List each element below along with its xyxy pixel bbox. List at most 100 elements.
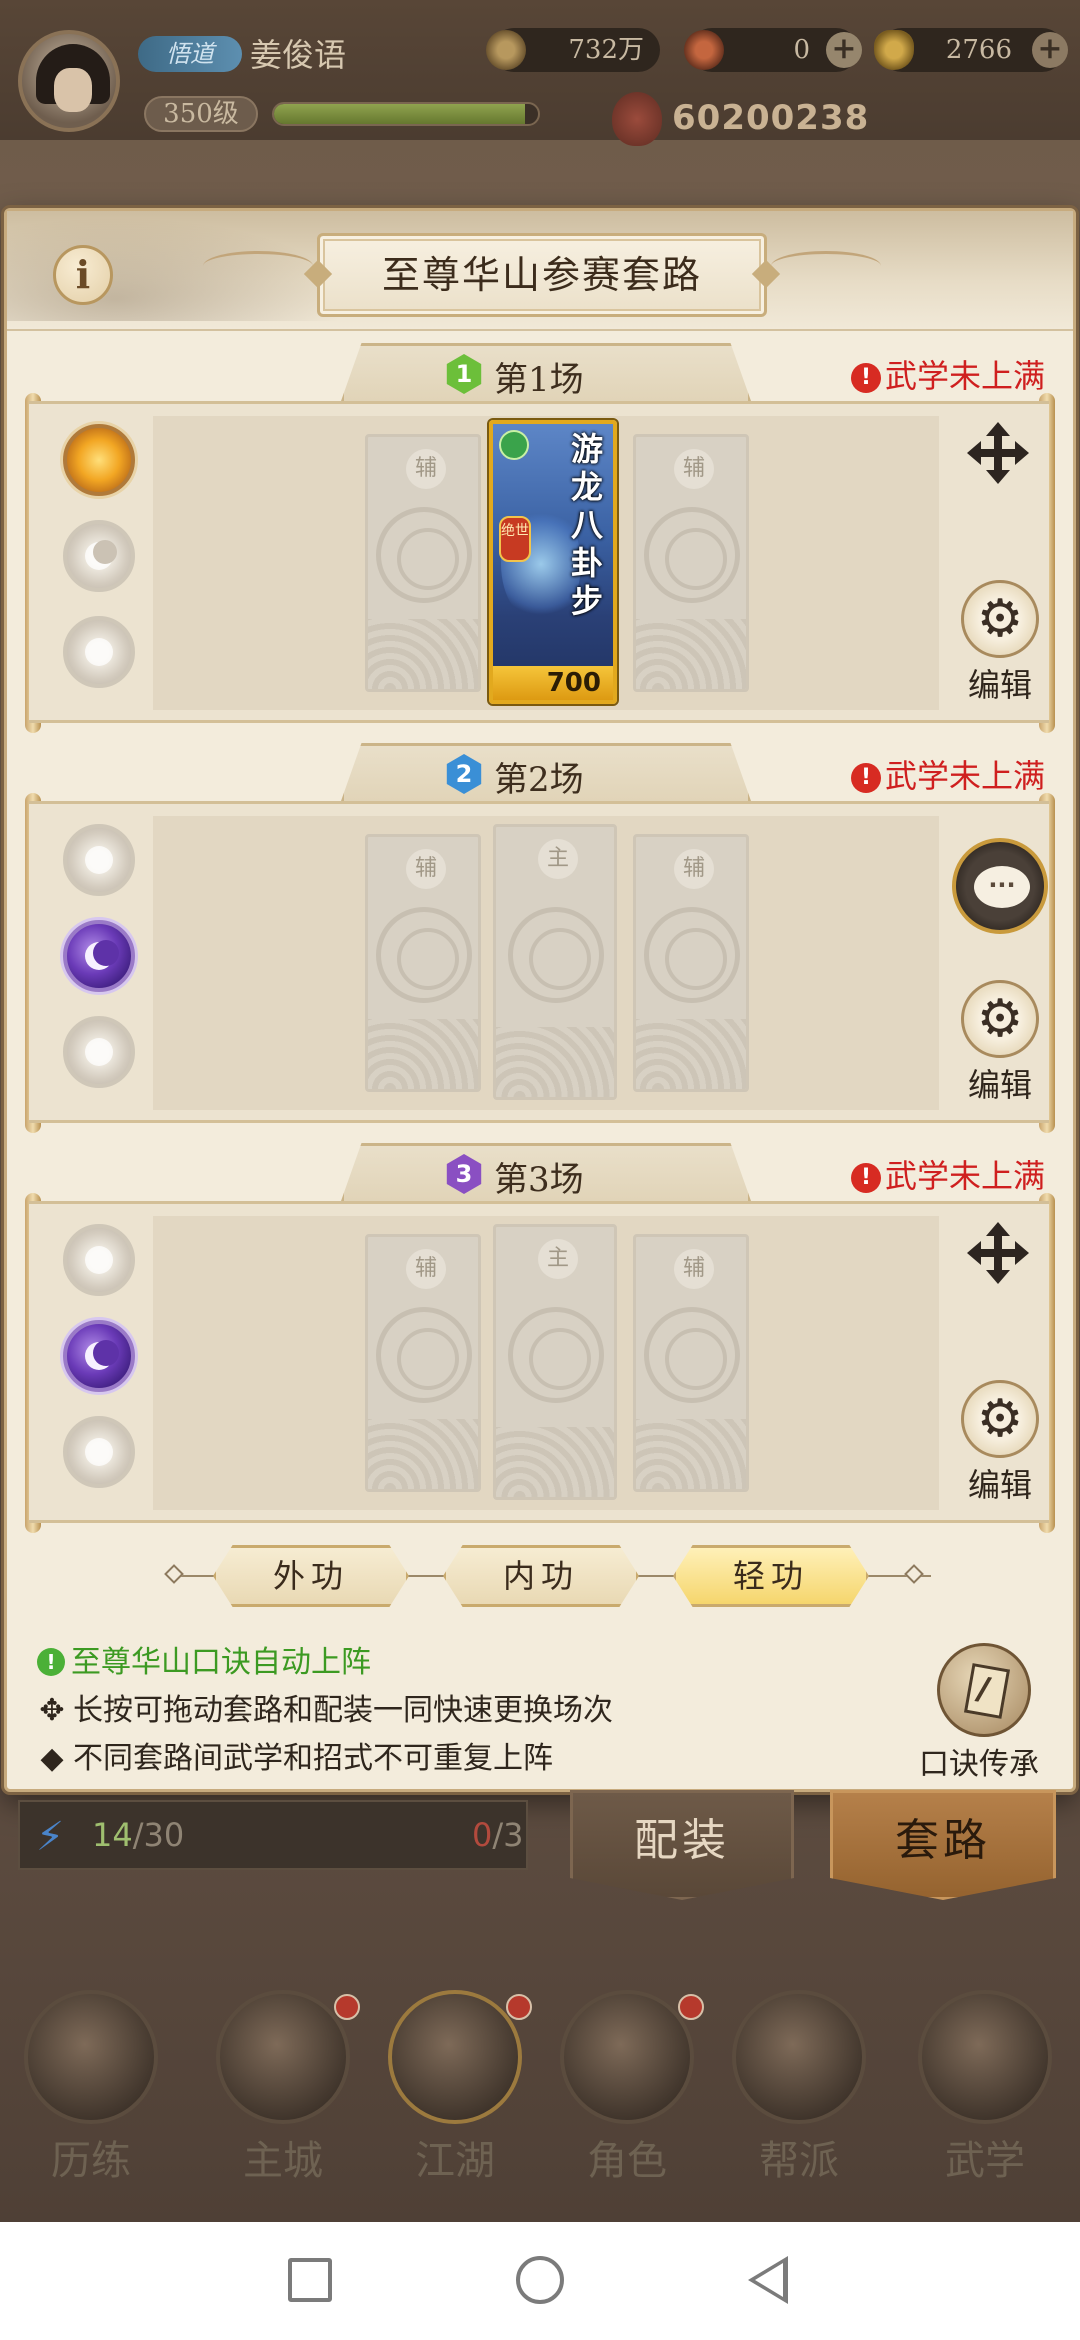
support-slot-right[interactable]: 辅 <box>633 434 749 692</box>
support-slot-right[interactable]: 辅 <box>633 834 749 1092</box>
recent-apps-icon[interactable] <box>288 2258 332 2302</box>
skill-type-icon <box>499 430 529 460</box>
ticket-value: 0/3 <box>472 1816 524 1854</box>
tip-auto-deploy: ! 至尊华山口诀自动上阵 <box>37 1637 371 1681</box>
combat-power-value: 60200238 <box>672 98 870 138</box>
round-tab: 3 第3场 <box>341 1143 751 1201</box>
combat-power: 60200238 <box>612 92 942 146</box>
cloud-ornament-right <box>771 251 881 281</box>
nav-main-city[interactable]: 主城 <box>208 1990 360 2184</box>
round-label: 第1场 <box>494 360 584 400</box>
round-3: 3 第3场 ! 武学未上满 辅 主 辅 ⚙ 编辑 <box>7 1143 1073 1533</box>
support-slot-left[interactable]: 辅 <box>365 1234 481 1492</box>
energy-bar: ⚡ 14/30 0/3 <box>18 1800 528 1870</box>
coin-icon <box>486 30 526 70</box>
skill-cost: 700 <box>493 666 613 700</box>
edit-button[interactable]: 编辑 <box>955 980 1045 1110</box>
dawn-phase-icon[interactable] <box>63 1016 135 1088</box>
main-skill-card[interactable]: 绝世 游龙八卦步 700 <box>489 420 617 704</box>
guild-icon <box>732 1990 866 2124</box>
moon-phase-icon[interactable] <box>63 520 135 592</box>
home-icon[interactable] <box>516 2256 564 2304</box>
tip-drag: ✥ 长按可拖动套路和配装一同快速更换场次 <box>37 1685 613 1729</box>
warning-icon: ! <box>850 1163 881 1193</box>
dawn-phase-icon[interactable] <box>63 616 135 688</box>
sun-phase-icon[interactable] <box>63 424 135 496</box>
drag-move-icon[interactable] <box>967 1222 1029 1284</box>
round-2: 2 第2场 ! 武学未上满 辅 主 辅 ⚙ 编辑 <box>7 743 1073 1133</box>
round-warning: ! 武学未上满 <box>850 1151 1045 1197</box>
chat-button[interactable] <box>952 838 1048 934</box>
round-number-badge: 3 <box>446 1154 482 1194</box>
slot-tag: 辅 <box>406 1249 446 1289</box>
edit-label: 编辑 <box>967 1066 1032 1104</box>
tab-ornament <box>904 1564 924 1584</box>
drag-move-icon[interactable] <box>967 422 1029 484</box>
skill-slots: 辅 绝世 游龙八卦步 700 辅 <box>153 416 939 710</box>
round-body: 辅 主 辅 编辑 <box>29 1201 1049 1523</box>
tab-lightness-skill[interactable]: 轻功 <box>673 1545 869 1607</box>
round-body: 辅 绝世 游龙八卦步 700 辅 编辑 <box>29 401 1049 723</box>
round-number-badge: 1 <box>446 354 482 394</box>
support-slot-right[interactable]: 辅 <box>633 1234 749 1492</box>
tab-inner-skill[interactable]: 内功 <box>443 1545 639 1607</box>
coin-counter[interactable]: 732万 <box>486 28 660 72</box>
main-slot[interactable]: 主 <box>493 824 617 1100</box>
support-slot-left[interactable]: 辅 <box>365 834 481 1092</box>
moon-phase-icon[interactable] <box>63 920 135 992</box>
nav-guild[interactable]: 帮派 <box>724 1990 874 2184</box>
edit-label: 编辑 <box>967 666 1032 704</box>
gear-icon <box>961 580 1039 658</box>
character-icon <box>560 1990 694 2124</box>
skill-rarity-seal: 绝世 <box>499 516 531 562</box>
player-avatar[interactable] <box>18 30 120 132</box>
sun-phase-icon[interactable] <box>63 824 135 896</box>
gear-icon <box>961 1380 1039 1458</box>
slot-tag: 辅 <box>674 449 714 489</box>
mantra-inherit-label: 口诀传承 <box>919 1747 1039 1782</box>
nav-training[interactable]: 历练 <box>16 1990 166 2184</box>
round-1: 1 第1场 ! 武学未上满 辅 绝世 游龙八卦步 700 辅 ⚙ 编辑 <box>7 343 1073 733</box>
notification-dot <box>506 1994 532 2020</box>
back-icon[interactable] <box>748 2256 788 2304</box>
energy-value: 14/30 <box>92 1816 185 1854</box>
round-label: 第3场 <box>494 1160 584 1200</box>
player-title-badge: 悟道 <box>138 36 242 72</box>
slot-tag: 辅 <box>406 449 446 489</box>
info-icon[interactable]: i <box>53 245 113 305</box>
round-warning: ! 武学未上满 <box>850 751 1045 797</box>
edit-button[interactable]: 编辑 <box>955 580 1045 710</box>
gem-add-icon[interactable]: + <box>826 32 862 68</box>
main-slot[interactable]: 主 <box>493 1224 617 1500</box>
equip-tab[interactable]: 配装 <box>570 1790 794 1900</box>
edit-button[interactable]: 编辑 <box>955 1380 1045 1510</box>
dawn-phase-icon[interactable] <box>63 1416 135 1488</box>
support-slot-left[interactable]: 辅 <box>365 434 481 692</box>
city-icon <box>216 1990 350 2124</box>
system-nav-bar <box>0 2222 1080 2340</box>
tab-outer-skill[interactable]: 外功 <box>213 1545 409 1607</box>
route-tab[interactable]: 套路 <box>830 1790 1056 1900</box>
skill-slots: 辅 主 辅 <box>153 816 939 1110</box>
mantra-inherit-button[interactable] <box>937 1643 1031 1737</box>
round-label: 第2场 <box>494 760 584 800</box>
nav-martial-arts[interactable]: 武学 <box>910 1990 1060 2184</box>
nav-jianghu[interactable]: 江湖 <box>380 1990 532 2184</box>
tip-no-duplicate: ◆ 不同套路间武学和招式不可重复上阵 <box>37 1733 553 1777</box>
player-level: 350级 <box>144 96 258 132</box>
panel-header: i 至尊华山参赛套路 <box>7 211 1073 331</box>
gem-counter[interactable]: 0 + <box>684 28 862 72</box>
notification-dot <box>678 1994 704 2020</box>
player-topbar: 悟道 姜俊语 350级 732万 0 + 2766 + 60200238 <box>0 0 1080 146</box>
ingot-add-icon[interactable]: + <box>1032 32 1068 68</box>
cloud-ornament-left <box>203 251 313 281</box>
skill-name: 游龙八卦步 <box>570 430 603 620</box>
nav-character[interactable]: 角色 <box>552 1990 704 2184</box>
warning-icon: ! <box>850 763 881 793</box>
moon-phase-icon[interactable] <box>63 1320 135 1392</box>
move-small-icon: ✥ <box>39 1693 65 1728</box>
route-panel: i 至尊华山参赛套路 1 第1场 ! 武学未上满 辅 绝世 游龙八卦步 700 … <box>4 208 1076 1792</box>
ingot-counter[interactable]: 2766 + <box>874 28 1068 72</box>
round-tab: 1 第1场 <box>341 343 751 401</box>
sun-phase-icon[interactable] <box>63 1224 135 1296</box>
